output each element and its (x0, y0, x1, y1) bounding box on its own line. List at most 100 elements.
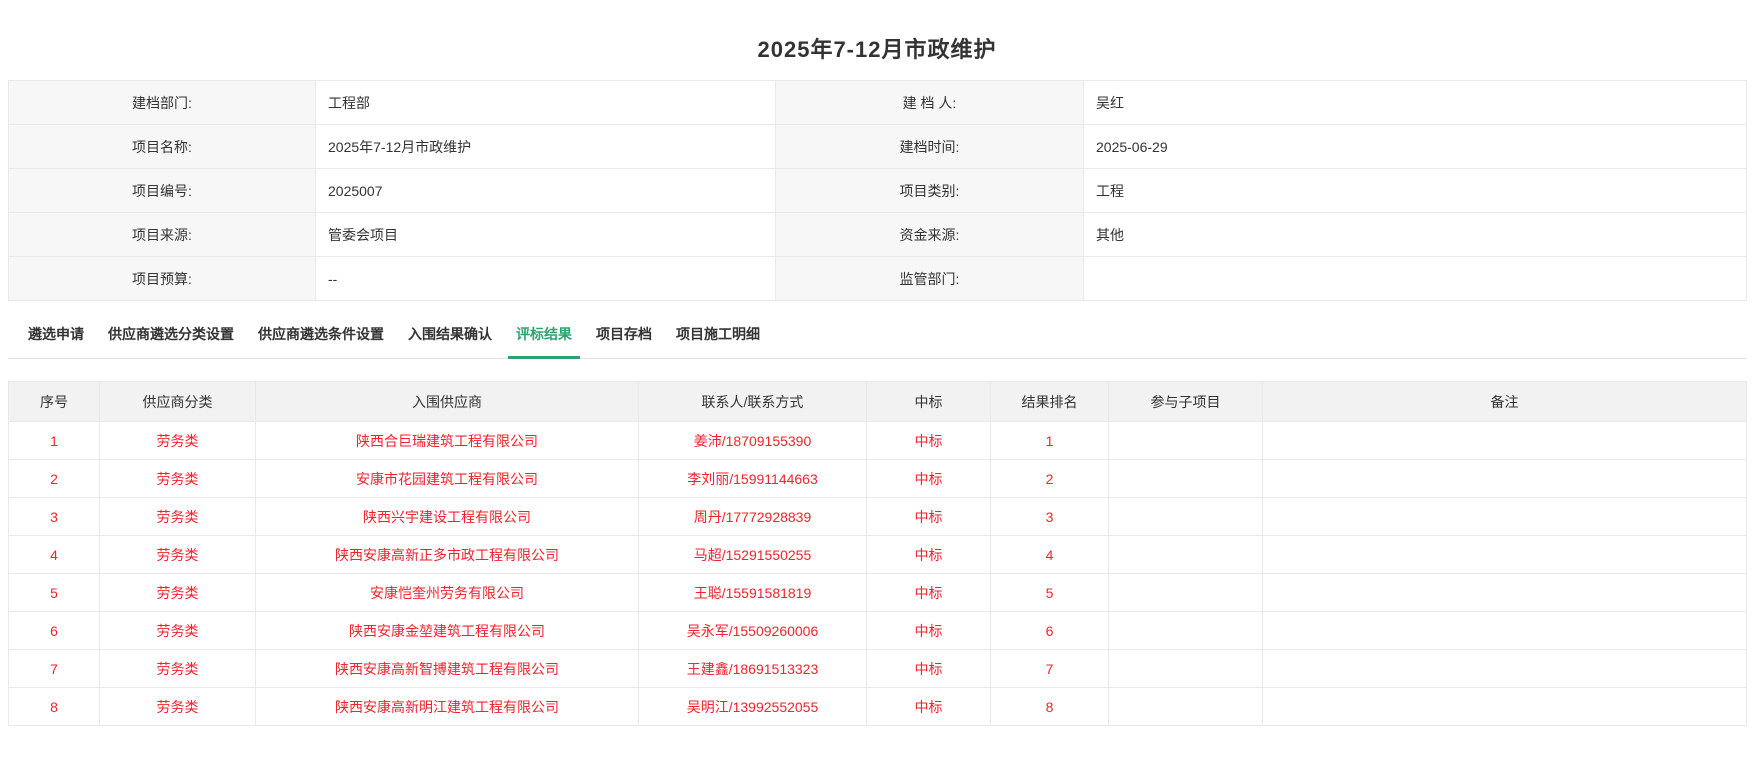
table-cell (1109, 650, 1263, 688)
project-info-body: 建档部门:工程部建 档 人:吴红项目名称:2025年7-12月市政维护建档时间:… (9, 81, 1747, 301)
column-header: 参与子项目 (1109, 382, 1263, 422)
table-cell (1109, 536, 1263, 574)
info-value: 管委会项目 (316, 213, 776, 257)
table-cell: 陕西兴宇建设工程有限公司 (256, 498, 639, 536)
table-cell: 2 (9, 460, 100, 498)
table-cell: 安康市花园建筑工程有限公司 (256, 460, 639, 498)
table-cell: 4 (9, 536, 100, 574)
table-cell: 陕西安康金堃建筑工程有限公司 (256, 612, 639, 650)
page-root: 2025年7-12月市政维护 建档部门:工程部建 档 人:吴红项目名称:2025… (0, 0, 1754, 726)
table-cell (1109, 498, 1263, 536)
table-cell: 中标 (867, 498, 991, 536)
table-cell: 陕西安康高新正多市政工程有限公司 (256, 536, 639, 574)
table-cell: 5 (9, 574, 100, 612)
table-cell: 吴明江/13992552055 (639, 688, 867, 726)
column-header: 供应商分类 (100, 382, 256, 422)
table-cell: 6 (9, 612, 100, 650)
table-cell: 陕西安康高新明江建筑工程有限公司 (256, 688, 639, 726)
table-cell (1109, 460, 1263, 498)
table-cell: 中标 (867, 574, 991, 612)
table-row[interactable]: 6劳务类陕西安康金堃建筑工程有限公司吴永军/15509260006中标6 (9, 612, 1747, 650)
table-row[interactable]: 5劳务类安康恺奎州劳务有限公司王聪/15591581819中标5 (9, 574, 1747, 612)
table-cell: 陕西合巨瑞建筑工程有限公司 (256, 422, 639, 460)
info-value: 2025007 (316, 169, 776, 213)
info-label: 建档部门: (9, 81, 316, 125)
tab-supplier-category-settings[interactable]: 供应商遴选分类设置 (100, 324, 242, 359)
table-cell: 3 (991, 498, 1109, 536)
column-header: 备注 (1263, 382, 1747, 422)
table-cell: 2 (991, 460, 1109, 498)
info-value: 2025年7-12月市政维护 (316, 125, 776, 169)
table-cell: 7 (991, 650, 1109, 688)
table-cell: 中标 (867, 460, 991, 498)
tab-evaluation-results[interactable]: 评标结果 (508, 324, 580, 359)
info-label: 项目类别: (776, 169, 1084, 213)
table-cell (1263, 650, 1747, 688)
info-label: 建 档 人: (776, 81, 1084, 125)
info-row: 项目来源:管委会项目资金来源:其他 (9, 213, 1747, 257)
column-header: 中标 (867, 382, 991, 422)
project-info-table: 建档部门:工程部建 档 人:吴红项目名称:2025年7-12月市政维护建档时间:… (8, 80, 1747, 301)
tab-project-archive[interactable]: 项目存档 (588, 324, 660, 359)
table-cell (1263, 536, 1747, 574)
tab-construction-detail[interactable]: 项目施工明细 (668, 324, 768, 359)
tab-shortlist-confirm[interactable]: 入围结果确认 (400, 324, 500, 359)
table-cell: 中标 (867, 422, 991, 460)
table-cell: 马超/15291550255 (639, 536, 867, 574)
table-cell: 中标 (867, 536, 991, 574)
tab-supplier-condition-settings[interactable]: 供应商遴选条件设置 (250, 324, 392, 359)
table-cell: 劳务类 (100, 574, 256, 612)
page-title: 2025年7-12月市政维护 (8, 0, 1746, 80)
tab-selection-apply[interactable]: 遴选申请 (20, 324, 92, 359)
table-cell (1109, 574, 1263, 612)
table-cell: 安康恺奎州劳务有限公司 (256, 574, 639, 612)
table-cell: 劳务类 (100, 460, 256, 498)
info-label: 资金来源: (776, 213, 1084, 257)
table-cell: 劳务类 (100, 688, 256, 726)
info-label: 监管部门: (776, 257, 1084, 301)
table-cell: 劳务类 (100, 536, 256, 574)
table-cell: 劳务类 (100, 498, 256, 536)
info-label: 建档时间: (776, 125, 1084, 169)
info-row: 建档部门:工程部建 档 人:吴红 (9, 81, 1747, 125)
info-value: 工程部 (316, 81, 776, 125)
column-header: 序号 (9, 382, 100, 422)
info-value: -- (316, 257, 776, 301)
info-value: 吴红 (1084, 81, 1747, 125)
info-row: 项目编号:2025007项目类别:工程 (9, 169, 1747, 213)
table-cell: 中标 (867, 650, 991, 688)
table-row[interactable]: 8劳务类陕西安康高新明江建筑工程有限公司吴明江/13992552055中标8 (9, 688, 1747, 726)
table-cell: 3 (9, 498, 100, 536)
column-header: 联系人/联系方式 (639, 382, 867, 422)
column-header: 结果排名 (991, 382, 1109, 422)
table-cell: 1 (9, 422, 100, 460)
results-header-row: 序号供应商分类入围供应商联系人/联系方式中标结果排名参与子项目备注 (9, 382, 1747, 422)
table-row[interactable]: 4劳务类陕西安康高新正多市政工程有限公司马超/15291550255中标4 (9, 536, 1747, 574)
table-cell: 劳务类 (100, 650, 256, 688)
table-cell (1109, 612, 1263, 650)
column-header: 入围供应商 (256, 382, 639, 422)
table-cell: 6 (991, 612, 1109, 650)
table-cell: 劳务类 (100, 612, 256, 650)
info-value: 2025-06-29 (1084, 125, 1747, 169)
table-row[interactable]: 2劳务类安康市花园建筑工程有限公司李刘丽/15991144663中标2 (9, 460, 1747, 498)
table-row[interactable]: 3劳务类陕西兴宇建设工程有限公司周丹/17772928839中标3 (9, 498, 1747, 536)
evaluation-results-table: 序号供应商分类入围供应商联系人/联系方式中标结果排名参与子项目备注 1劳务类陕西… (8, 381, 1747, 726)
table-cell: 5 (991, 574, 1109, 612)
table-cell: 王聪/15591581819 (639, 574, 867, 612)
table-cell: 吴永军/15509260006 (639, 612, 867, 650)
table-cell (1263, 688, 1747, 726)
table-cell (1263, 574, 1747, 612)
table-row[interactable]: 1劳务类陕西合巨瑞建筑工程有限公司姜沛/18709155390中标1 (9, 422, 1747, 460)
info-value (1084, 257, 1747, 301)
table-cell: 中标 (867, 612, 991, 650)
table-cell (1263, 460, 1747, 498)
table-row[interactable]: 7劳务类陕西安康高新智搏建筑工程有限公司王建鑫/18691513323中标7 (9, 650, 1747, 688)
table-cell: 7 (9, 650, 100, 688)
table-cell (1263, 498, 1747, 536)
info-value: 其他 (1084, 213, 1747, 257)
table-cell: 周丹/17772928839 (639, 498, 867, 536)
info-label: 项目预算: (9, 257, 316, 301)
table-cell: 王建鑫/18691513323 (639, 650, 867, 688)
table-cell: 姜沛/18709155390 (639, 422, 867, 460)
